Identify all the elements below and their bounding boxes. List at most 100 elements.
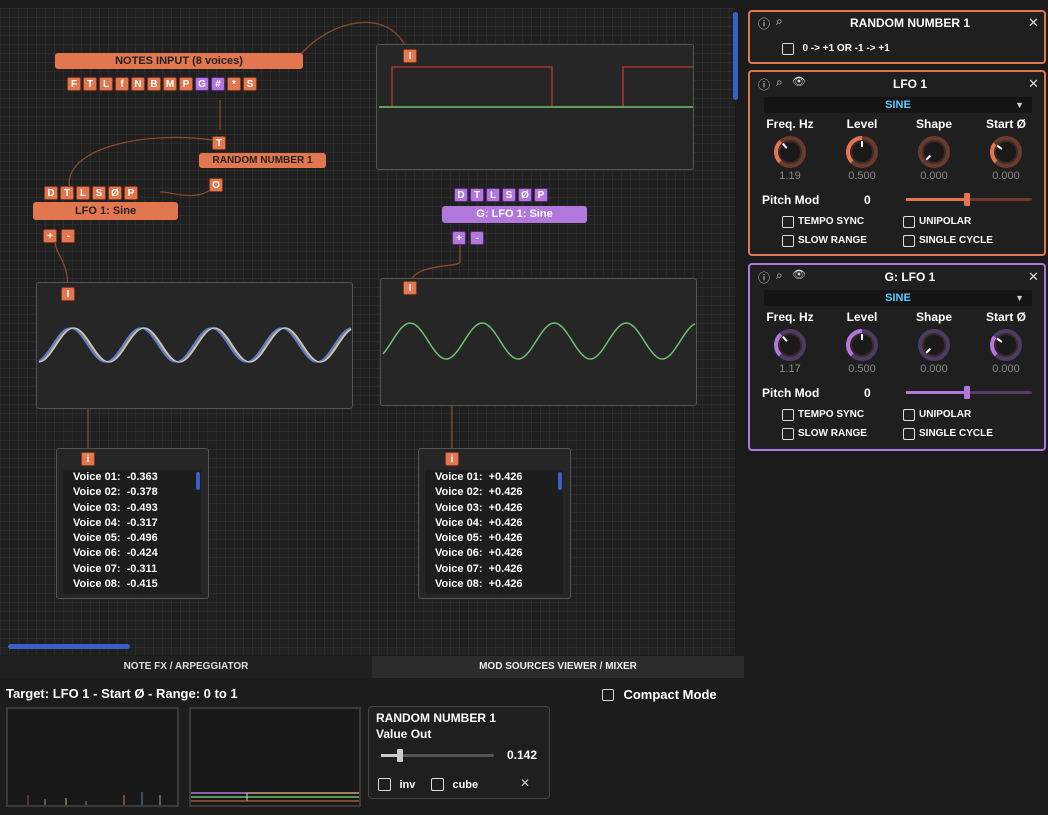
random-out-port[interactable]: O: [209, 178, 223, 192]
knob-2[interactable]: Shape 0.000: [898, 310, 970, 375]
knob-dial[interactable]: [898, 324, 970, 364]
search-icon[interactable]: ⌕: [776, 268, 783, 283]
eye-icon[interactable]: 👁: [792, 75, 806, 88]
glfo1-port[interactable]: Ø: [518, 188, 532, 202]
knob-dial[interactable]: [826, 131, 898, 171]
tab-mod-sources[interactable]: MOD SOURCES VIEWER / MIXER: [372, 656, 744, 678]
random-range-option[interactable]: 0 -> +1 OR -1 -> +1: [782, 40, 890, 58]
scope-glfo1[interactable]: I: [380, 278, 697, 406]
lfo1-plus-button[interactable]: +: [43, 229, 57, 243]
checkbox[interactable]: [903, 234, 915, 247]
checkbox[interactable]: [903, 427, 915, 440]
tab-note-fx[interactable]: NOTE FX / ARPEGGIATOR: [0, 656, 372, 678]
values-right-box[interactable]: i Voice 01: +0.426 Voice 02: +0.426 Voic…: [418, 448, 571, 599]
lfo1-port[interactable]: Ø: [108, 186, 122, 200]
glfo1-port[interactable]: L: [486, 188, 500, 202]
close-icon[interactable]: ✕: [1028, 76, 1039, 92]
lfo1-port[interactable]: D: [44, 186, 58, 200]
notes-input-port[interactable]: f: [115, 77, 129, 91]
checkbox[interactable]: [782, 427, 794, 440]
random-number-node[interactable]: RANDOM NUMBER 1: [199, 153, 326, 168]
notes-input-node[interactable]: NOTES INPUT (8 voices): [55, 53, 303, 69]
checkbox[interactable]: [378, 778, 391, 792]
search-icon[interactable]: ⌕: [776, 14, 783, 29]
lfo1-waveform-select[interactable]: SINE ▼: [764, 97, 1032, 113]
eye-icon[interactable]: 👁: [792, 268, 806, 281]
glfo1-unipolar[interactable]: UNIPOLAR: [903, 406, 971, 424]
checkbox[interactable]: [903, 215, 915, 228]
knob-3[interactable]: Start Ø 0.000: [970, 310, 1042, 375]
values-right-scrollbar[interactable]: [558, 472, 562, 490]
glfo1-port[interactable]: P: [534, 188, 548, 202]
lfo1-port[interactable]: T: [60, 186, 74, 200]
checkbox[interactable]: [903, 408, 915, 421]
glfo1-port[interactable]: D: [454, 188, 468, 202]
notes-input-port[interactable]: T: [83, 77, 97, 91]
close-icon[interactable]: ✕: [520, 776, 530, 790]
lfo1-single-cycle[interactable]: SINGLE CYCLE: [903, 232, 993, 250]
knob-0[interactable]: Freq. Hz 1.19: [754, 117, 826, 182]
checkbox[interactable]: [782, 408, 794, 421]
lfo1-unipolar[interactable]: UNIPOLAR: [903, 213, 971, 231]
random-in-port[interactable]: T: [212, 136, 226, 150]
checkbox[interactable]: [782, 234, 794, 247]
checkbox[interactable]: [782, 215, 794, 228]
notes-input-port[interactable]: G: [195, 77, 209, 91]
search-icon[interactable]: ⌕: [776, 75, 783, 90]
glfo1-plus-button[interactable]: +: [452, 231, 466, 245]
glfo1-minus-button[interactable]: -: [470, 231, 485, 245]
notes-input-port[interactable]: L: [99, 77, 113, 91]
random-range-checkbox[interactable]: [782, 42, 794, 55]
values-left-scrollbar[interactable]: [196, 472, 200, 490]
info-icon[interactable]: ⓘ: [758, 15, 770, 32]
canvas-horizontal-scrollbar[interactable]: [8, 644, 130, 649]
random-out[interactable]: O: [209, 175, 223, 193]
lfo1-port[interactable]: L: [76, 186, 90, 200]
notes-input-port[interactable]: F: [67, 77, 81, 91]
checkbox[interactable]: [431, 778, 444, 792]
knob-2[interactable]: Shape 0.000: [898, 117, 970, 182]
knob-dial[interactable]: [970, 131, 1042, 171]
info-icon[interactable]: ⓘ: [758, 76, 770, 93]
checkbox[interactable]: [602, 688, 614, 701]
close-icon[interactable]: ✕: [1028, 15, 1039, 31]
knob-dial[interactable]: [970, 324, 1042, 364]
knob-1[interactable]: Level 0.500: [826, 310, 898, 375]
knob-dial[interactable]: [826, 324, 898, 364]
slider-handle[interactable]: [397, 749, 403, 762]
glfo1-node[interactable]: G: LFO 1: Sine: [442, 206, 587, 223]
knob-1[interactable]: Level 0.500: [826, 117, 898, 182]
lfo1-node[interactable]: LFO 1: Sine: [33, 202, 178, 220]
slider-handle[interactable]: [964, 386, 970, 399]
notes-input-port[interactable]: S: [243, 77, 257, 91]
lfo1-port[interactable]: P: [124, 186, 138, 200]
mixer-cube-toggle[interactable]: cube: [431, 776, 478, 794]
knob-dial[interactable]: [898, 131, 970, 171]
lfo1-port[interactable]: S: [92, 186, 106, 200]
lfo1-pitch-mod-slider[interactable]: [906, 193, 1032, 206]
glfo1-tempo-sync[interactable]: TEMPO SYNC: [782, 406, 864, 424]
scope-lfo1[interactable]: I: [36, 282, 353, 409]
scope-random-number[interactable]: I: [376, 44, 694, 170]
glfo1-port[interactable]: S: [502, 188, 516, 202]
notes-input-port[interactable]: *: [227, 77, 241, 91]
close-icon[interactable]: ✕: [1028, 269, 1039, 285]
values-left-box[interactable]: i Voice 01: -0.363 Voice 02: -0.378 Voic…: [56, 448, 209, 599]
values-right-port[interactable]: i: [445, 452, 459, 466]
knob-0[interactable]: Freq. Hz 1.17: [754, 310, 826, 375]
knob-dial[interactable]: [754, 324, 826, 364]
knob-dial[interactable]: [754, 131, 826, 171]
lfo1-slow-range[interactable]: SLOW RANGE: [782, 232, 867, 250]
glfo1-pitch-mod-slider[interactable]: [906, 386, 1032, 399]
notes-input-port[interactable]: P: [179, 77, 193, 91]
knob-3[interactable]: Start Ø 0.000: [970, 117, 1042, 182]
glfo1-port[interactable]: T: [470, 188, 484, 202]
glfo1-waveform-select[interactable]: SINE ▼: [764, 290, 1032, 306]
mixer-invert-toggle[interactable]: inv: [378, 776, 415, 794]
lfo1-tempo-sync[interactable]: TEMPO SYNC: [782, 213, 864, 231]
random-trigger-port[interactable]: T: [212, 133, 226, 151]
notes-input-port[interactable]: N: [131, 77, 145, 91]
lfo1-minus-button[interactable]: -: [61, 229, 76, 243]
notes-input-port[interactable]: #: [211, 77, 225, 91]
values-left-port[interactable]: i: [81, 452, 95, 466]
